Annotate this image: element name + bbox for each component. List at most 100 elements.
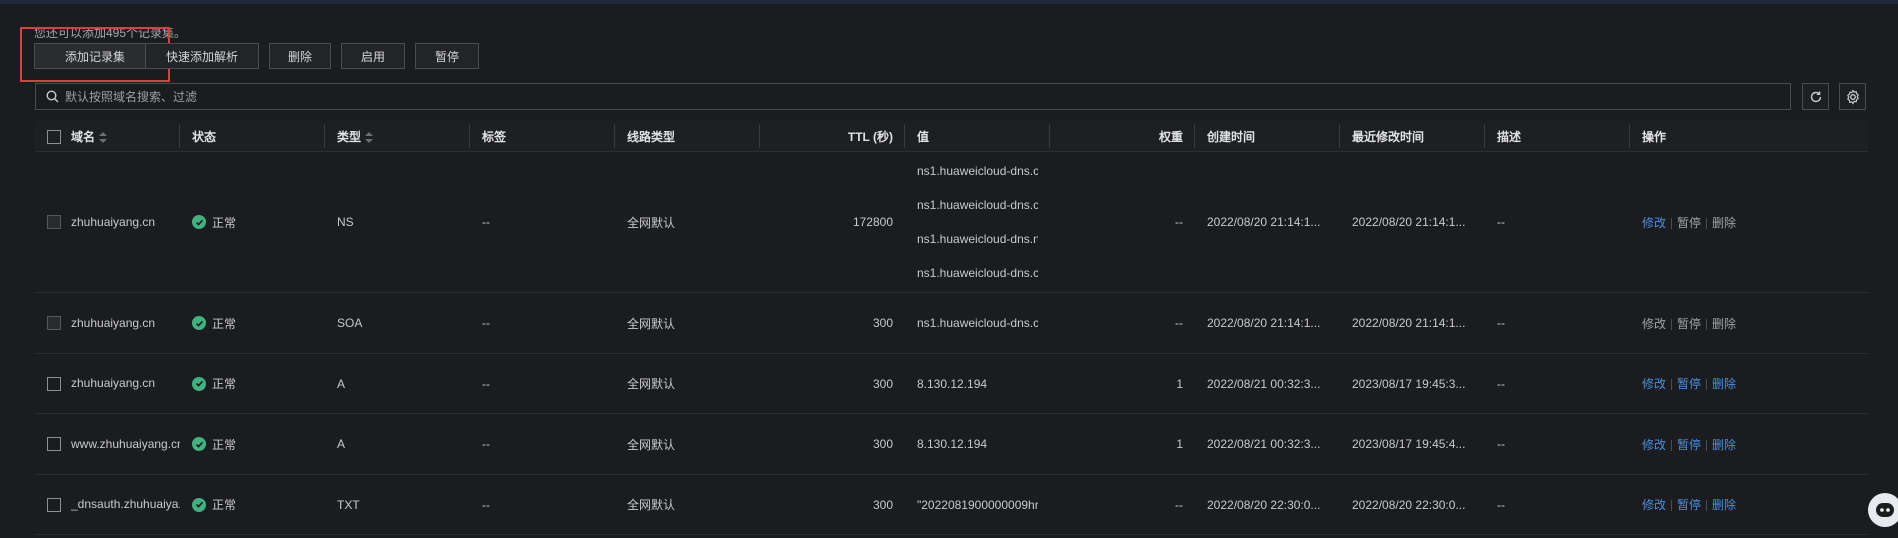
op-separator — [1671, 217, 1673, 229]
created-cell: 2022/08/21 00:32:3... — [1195, 353, 1340, 414]
op-edit-link[interactable]: 修改 — [1642, 438, 1666, 452]
modified-cell: 2023/08/17 19:45:4... — [1340, 413, 1485, 475]
check-circle-icon — [192, 437, 206, 451]
domain-cell: zhuhuaiyang.cn — [35, 292, 180, 354]
pause-button[interactable]: 暂停 — [415, 43, 479, 69]
col-tag: 标签 — [470, 121, 615, 152]
row-checkbox[interactable] — [47, 437, 61, 452]
record-value: ns1.huaweicloud-dns.c — [917, 266, 1038, 280]
created-cell: 2022/08/21 00:32:3... — [1195, 413, 1340, 475]
domain-name: zhuhuaiyang.cn — [71, 214, 156, 229]
domain-name: _dnsauth.zhuhuaiya... — [71, 497, 180, 512]
row-checkbox[interactable] — [47, 316, 61, 331]
op-separator — [1671, 318, 1673, 330]
desc-cell: -- — [1485, 474, 1630, 535]
quick-add-button[interactable]: 快速添加解析 — [145, 43, 259, 69]
domain-name: zhuhuaiyang.cn — [71, 376, 156, 391]
col-status: 状态 — [180, 121, 325, 152]
table-row: zhuhuaiyang.cn 正常 SOA -- 全网默认 300 ns1.hu… — [35, 292, 1868, 354]
ttl-cell: 300 — [760, 413, 905, 475]
op-separator — [1671, 379, 1673, 391]
sort-icon[interactable] — [365, 131, 374, 143]
line-cell: 全网默认 — [615, 292, 760, 354]
record-value: "2022081900000009hr — [917, 497, 1038, 512]
table-row: _dnsauth.zhuhuaiya... 正常 TXT -- 全网默认 300… — [35, 474, 1868, 535]
op-delete-link[interactable]: 删除 — [1712, 377, 1736, 391]
type-cell: SOA — [325, 292, 470, 354]
row-checkbox[interactable] — [47, 497, 61, 512]
record-value: 8.130.12.194 — [917, 376, 988, 391]
enable-button[interactable]: 启用 — [341, 43, 405, 69]
op-separator — [1671, 500, 1673, 512]
col-modified: 最近修改时间 — [1340, 121, 1485, 152]
weight-cell: 1 — [1050, 353, 1195, 414]
table-row: www.zhuhuaiyang.cn 正常 A -- 全网默认 300 8.13… — [35, 413, 1868, 475]
search-placeholder: 默认按照域名搜索、过滤 — [65, 90, 198, 104]
col-value: 值 — [905, 121, 1050, 152]
record-value: 8.130.12.194 — [917, 437, 988, 451]
op-edit-link[interactable]: 修改 — [1642, 498, 1666, 512]
check-circle-icon — [192, 316, 206, 330]
weight-cell: 1 — [1050, 413, 1195, 475]
ops-cell: 修改 暂停 删除 — [1630, 413, 1868, 475]
line-cell: 全网默认 — [615, 151, 760, 293]
settings-button[interactable] — [1839, 83, 1866, 110]
op-edit-link[interactable]: 修改 — [1642, 377, 1666, 391]
status-cell: 正常 — [180, 353, 325, 414]
op-pause-link[interactable]: 暂停 — [1677, 317, 1701, 331]
search-icon — [46, 90, 59, 103]
modified-cell: 2023/08/17 19:45:3... — [1340, 353, 1485, 414]
table-row: zhuhuaiyang.cn 正常 A -- 全网默认 300 8.130.12… — [35, 353, 1868, 414]
op-separator — [1706, 500, 1708, 512]
col-line: 线路类型 — [615, 121, 760, 152]
op-delete-link[interactable]: 删除 — [1712, 438, 1736, 452]
op-delete-link[interactable]: 删除 — [1712, 498, 1736, 512]
status-text: 正常 — [212, 215, 237, 230]
col-domain: 域名 — [35, 121, 180, 152]
op-separator — [1706, 217, 1708, 229]
record-value: ns1.huaweicloud-dns.c — [917, 316, 1038, 330]
weight-cell: -- — [1050, 151, 1195, 293]
ttl-cell: 300 — [760, 292, 905, 354]
check-circle-icon — [192, 215, 206, 229]
assistant-float-button[interactable] — [1868, 493, 1898, 527]
created-cell: 2022/08/20 22:30:0... — [1195, 474, 1340, 535]
record-value: ns1.huaweicloud-dns.c — [917, 198, 1038, 212]
op-edit-link[interactable]: 修改 — [1642, 317, 1666, 331]
search-input[interactable]: 默认按照域名搜索、过滤 — [35, 83, 1791, 110]
status-text: 正常 — [212, 316, 237, 331]
type-cell: A — [325, 353, 470, 414]
op-pause-link[interactable]: 暂停 — [1677, 216, 1701, 230]
type-cell: TXT — [325, 474, 470, 535]
select-all-checkbox[interactable] — [47, 130, 61, 145]
status-text: 正常 — [212, 437, 237, 452]
table-header: 域名 状态 类型 标签 线路类型 TTL (秒) 值 权重 创建时间 最近修改时… — [35, 121, 1868, 152]
desc-cell: -- — [1485, 292, 1630, 354]
op-pause-link[interactable]: 暂停 — [1677, 498, 1701, 512]
table-row: zhuhuaiyang.cn 正常 NS -- 全网默认 172800 ns1.… — [35, 151, 1868, 293]
gear-icon — [1846, 88, 1859, 105]
value-cell: ns1.huaweicloud-dns.c — [905, 292, 1050, 354]
row-checkbox[interactable] — [47, 215, 61, 230]
op-separator — [1706, 318, 1708, 330]
add-record-set-button[interactable]: 添加记录集 — [34, 43, 156, 69]
domain-cell: _dnsauth.zhuhuaiya... — [35, 474, 180, 535]
status-cell: 正常 — [180, 292, 325, 354]
op-delete-link[interactable]: 删除 — [1712, 317, 1736, 331]
delete-button[interactable]: 删除 — [269, 43, 331, 69]
op-edit-link[interactable]: 修改 — [1642, 216, 1666, 230]
op-pause-link[interactable]: 暂停 — [1677, 377, 1701, 391]
refresh-button[interactable] — [1802, 83, 1829, 110]
sort-icon[interactable] — [99, 131, 108, 143]
ops-cell: 修改 暂停 删除 — [1630, 353, 1868, 414]
value-cell: 8.130.12.194 — [905, 353, 1050, 414]
record-set-table: 域名 状态 类型 标签 线路类型 TTL (秒) 值 权重 创建时间 最近修改时… — [35, 121, 1868, 535]
ttl-cell: 172800 — [760, 151, 905, 293]
op-pause-link[interactable]: 暂停 — [1677, 438, 1701, 452]
value-cell: "2022081900000009hr — [905, 474, 1050, 535]
row-checkbox[interactable] — [47, 376, 61, 391]
op-separator — [1671, 439, 1673, 451]
op-delete-link[interactable]: 删除 — [1712, 216, 1736, 230]
domain-cell: www.zhuhuaiyang.cn — [35, 413, 180, 475]
weight-cell: -- — [1050, 474, 1195, 535]
